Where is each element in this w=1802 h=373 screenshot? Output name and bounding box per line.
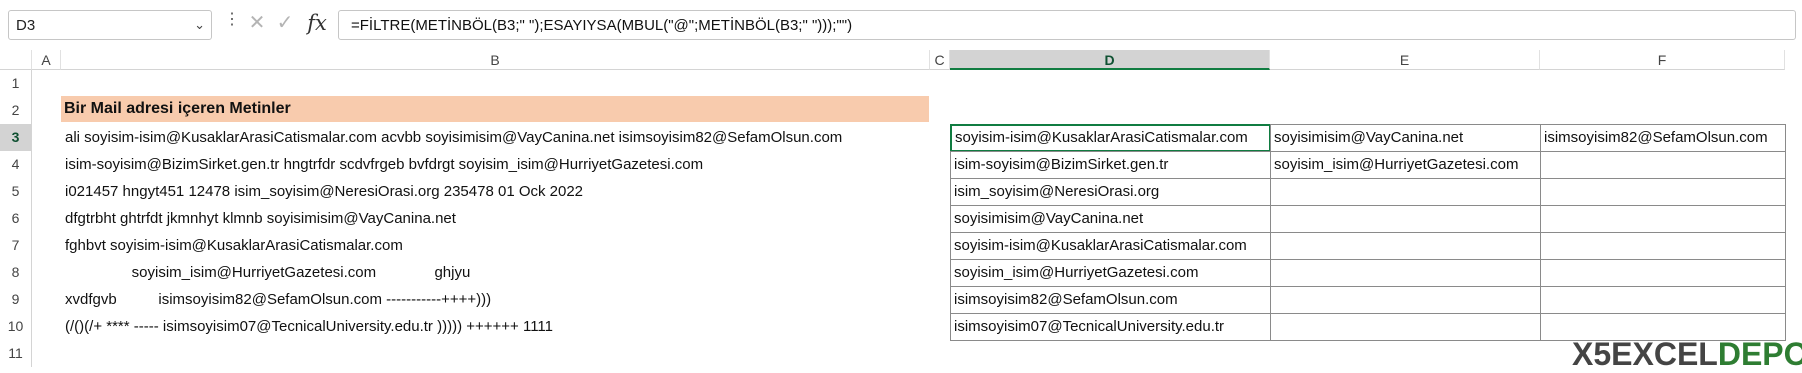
confirm-icon[interactable]: ✓ <box>272 8 298 38</box>
column-header-a[interactable]: A <box>32 50 61 70</box>
source-text-cell[interactable]: ali soyisim-isim@KusaklarArasiCatismalar… <box>65 124 842 151</box>
row-header-2[interactable]: 2 <box>0 97 32 124</box>
source-text-cell[interactable]: soyisim_isim@HurriyetGazetesi.com ghjyu <box>65 259 471 286</box>
active-cell[interactable]: soyisim-isim@KusaklarArasiCatismalar.com <box>950 124 1271 152</box>
result-cell[interactable] <box>1270 259 1541 287</box>
row-header-11[interactable]: 11 <box>0 340 32 367</box>
result-cell[interactable] <box>1270 286 1541 314</box>
row-header-3[interactable]: 3 <box>0 124 32 151</box>
row-header-1[interactable]: 1 <box>0 70 32 97</box>
result-cell[interactable] <box>1270 232 1541 260</box>
result-cell[interactable] <box>1540 151 1786 179</box>
name-box[interactable]: D3 ⌄ <box>8 10 212 40</box>
result-cell[interactable] <box>1270 178 1541 206</box>
result-cell[interactable]: isimsoyisim07@TecnicalUniversity.edu.tr <box>950 313 1271 341</box>
column-header-d[interactable]: D <box>950 50 1270 70</box>
result-cell[interactable]: soyisimisim@VayCanina.net <box>950 205 1271 233</box>
row-header-10[interactable]: 10 <box>0 313 32 340</box>
result-cell[interactable]: soyisim_isim@HurriyetGazetesi.com <box>950 259 1271 287</box>
row-header-6[interactable]: 6 <box>0 205 32 232</box>
formula-input[interactable]: =FİLTRE(METİNBÖL(B3;" ");ESAYIYSA(MBUL("… <box>338 10 1796 40</box>
result-cell[interactable] <box>1270 313 1541 341</box>
result-cell[interactable]: isim_soyisim@NeresiOrasi.org <box>950 178 1271 206</box>
row-header-4[interactable]: 4 <box>0 151 32 178</box>
select-all-corner[interactable] <box>0 50 32 70</box>
formula-text: =FİLTRE(METİNBÖL(B3;" ");ESAYIYSA(MBUL("… <box>351 17 853 34</box>
chevron-down-icon[interactable]: ⌄ <box>194 17 205 33</box>
more-options-icon[interactable]: ⋮ <box>224 12 240 28</box>
source-text-cell[interactable]: xvdfgvb isimsoyisim82@SefamOlsun.com ---… <box>65 286 491 313</box>
result-cell[interactable]: soyisim_isim@HurriyetGazetesi.com <box>1270 151 1541 179</box>
result-cell[interactable]: soyisimisim@VayCanina.net <box>1270 124 1541 152</box>
column-header-b[interactable]: B <box>61 50 930 70</box>
source-text-cell[interactable]: dfgtrbht ghtrfdt jkmnhyt klmnb soyisimis… <box>65 205 456 232</box>
result-cell[interactable] <box>1540 232 1786 260</box>
spreadsheet-grid[interactable]: A B C D E F 1 2 3 4 5 6 7 8 9 10 11 Bir Mail adresi içere… <box>0 50 1802 372</box>
excel-depo-logo: X5EXCELDEPO <box>1572 336 1802 372</box>
result-cell[interactable] <box>1540 205 1786 233</box>
row-header-7[interactable]: 7 <box>0 232 32 259</box>
title-cell[interactable]: Bir Mail adresi içeren Metinler <box>61 96 929 122</box>
row-header-5[interactable]: 5 <box>0 178 32 205</box>
row-header-8[interactable]: 8 <box>0 259 32 286</box>
result-cell[interactable]: isim-soyisim@BizimSirket.gen.tr <box>950 151 1271 179</box>
insert-function-icon[interactable]: fx <box>302 8 332 38</box>
column-header-f[interactable]: F <box>1540 50 1785 70</box>
result-cell[interactable]: soyisim-isim@KusaklarArasiCatismalar.com <box>950 232 1271 260</box>
result-cell[interactable]: isimsoyisim82@SefamOlsun.com <box>950 286 1271 314</box>
row-header-9[interactable]: 9 <box>0 286 32 313</box>
source-text-cell[interactable]: i021457 hngyt451 12478 isim_soyisim@Nere… <box>65 178 583 205</box>
cancel-icon[interactable]: ✕ <box>244 8 270 38</box>
source-text-cell[interactable]: (/()(/+ **** ----- isimsoyisim07@Tecnica… <box>65 313 553 340</box>
name-box-value: D3 <box>16 17 36 34</box>
source-text-cell[interactable]: fghbvt soyisim-isim@KusaklarArasiCatisma… <box>65 232 403 259</box>
column-header-c[interactable]: C <box>930 50 950 70</box>
result-cell[interactable] <box>1540 259 1786 287</box>
result-cell[interactable] <box>1540 178 1786 206</box>
column-header-e[interactable]: E <box>1270 50 1540 70</box>
source-text-cell[interactable]: isim-soyisim@BizimSirket.gen.tr hngtrfdr… <box>65 151 703 178</box>
result-cell[interactable] <box>1540 286 1786 314</box>
formula-bar: D3 ⌄ ⋮ ✕ ✓ fx =FİLTRE(METİNBÖL(B3;" ");E… <box>0 0 1802 50</box>
result-cell[interactable] <box>1270 205 1541 233</box>
result-cell[interactable]: isimsoyisim82@SefamOlsun.com <box>1540 124 1786 152</box>
